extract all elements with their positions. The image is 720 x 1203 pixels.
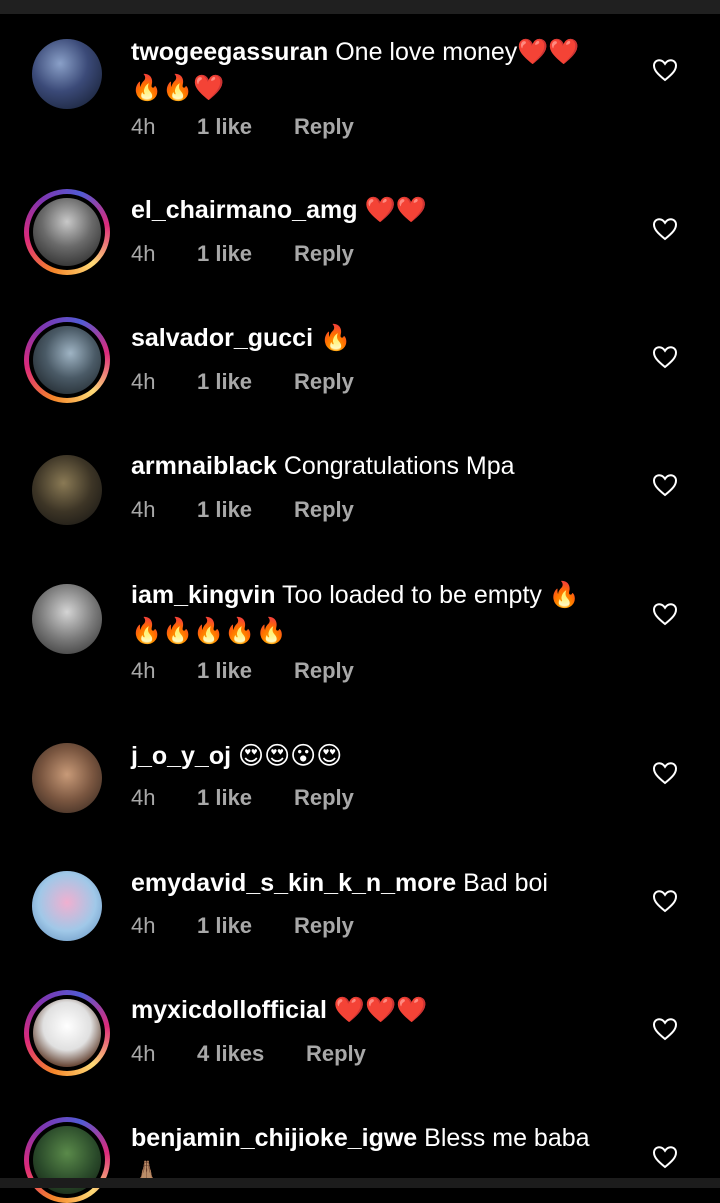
comment-meta: 4h 4 likes Reply <box>131 1041 366 1067</box>
heart-outline-icon[interactable] <box>652 345 678 369</box>
avatar[interactable] <box>32 743 102 813</box>
emoji: 😍😍😮😍 <box>238 741 343 770</box>
comment-meta: 4h 1 like Reply <box>131 369 354 395</box>
reply-button[interactable]: Reply <box>294 658 354 684</box>
like-count[interactable]: 4 likes <box>197 1041 306 1067</box>
username[interactable]: salvador_gucci <box>131 324 313 352</box>
comment-text: j_o_y_oj 😍😍😮😍 <box>131 738 631 774</box>
comment-meta: 4h 1 like Reply <box>131 658 354 684</box>
comment-body: Bless me baba <box>424 1124 590 1152</box>
reply-button[interactable]: Reply <box>294 913 354 939</box>
like-count[interactable]: 1 like <box>197 241 294 267</box>
heart-outline-icon[interactable] <box>652 1017 678 1041</box>
avatar[interactable] <box>24 317 110 403</box>
timestamp: 4h <box>131 497 156 522</box>
reply-button[interactable]: Reply <box>294 369 354 395</box>
avatar[interactable] <box>24 189 110 275</box>
timestamp: 4h <box>131 114 156 139</box>
timestamp: 4h <box>131 1041 156 1066</box>
username[interactable]: armnaiblack <box>131 452 277 480</box>
emoji: 🔥 <box>548 580 580 609</box>
avatar[interactable] <box>24 1117 110 1203</box>
timestamp: 4h <box>131 369 156 394</box>
reply-button[interactable]: Reply <box>294 497 354 523</box>
avatar[interactable] <box>24 990 110 1076</box>
username[interactable]: iam_kingvin <box>131 581 276 609</box>
like-count[interactable]: 1 like <box>197 369 294 395</box>
top-status-strip <box>0 0 720 14</box>
avatar[interactable] <box>32 871 102 941</box>
emoji: ❤️❤️❤️ <box>333 995 428 1024</box>
heart-outline-icon[interactable] <box>652 602 678 626</box>
bottom-strip <box>0 1178 720 1188</box>
timestamp: 4h <box>131 658 156 683</box>
emoji: ❤️❤️ <box>517 37 580 66</box>
avatar[interactable] <box>32 39 102 109</box>
comment-text: armnaiblack Congratulations Mpa <box>131 448 631 484</box>
username[interactable]: benjamin_chijioke_igwe <box>131 1124 417 1152</box>
comment-text: iam_kingvin Too loaded to be empty 🔥 🔥🔥🔥… <box>131 577 631 649</box>
username[interactable]: emydavid_s_kin_k_n_more <box>131 869 456 897</box>
like-count[interactable]: 1 like <box>197 658 294 684</box>
emoji: 🔥🔥❤️ <box>131 73 225 102</box>
like-count[interactable]: 1 like <box>197 497 294 523</box>
comment-meta: 4h 1 like Reply <box>131 497 354 523</box>
reply-button[interactable]: Reply <box>306 1041 366 1067</box>
avatar[interactable] <box>32 455 102 525</box>
comment-text: twogeegassuran One love money❤️❤️ 🔥🔥❤️ <box>131 34 631 106</box>
comment-body: Bad boi <box>463 869 548 897</box>
reply-button[interactable]: Reply <box>294 241 354 267</box>
reply-button[interactable]: Reply <box>294 785 354 811</box>
username[interactable]: el_chairmano_amg <box>131 196 358 224</box>
emoji: 🔥🔥🔥🔥🔥 <box>131 616 287 645</box>
username[interactable]: twogeegassuran <box>131 38 328 66</box>
comment-meta: 4h 1 like Reply <box>131 913 354 939</box>
timestamp: 4h <box>131 241 156 266</box>
emoji: 🔥 <box>319 323 352 352</box>
comment-meta: 4h 1 like Reply <box>131 114 354 140</box>
comment-meta: 4h 1 like Reply <box>131 785 354 811</box>
heart-outline-icon[interactable] <box>652 1145 678 1169</box>
like-count[interactable]: 1 like <box>197 114 294 140</box>
username[interactable]: myxicdollofficial <box>131 996 327 1024</box>
heart-outline-icon[interactable] <box>652 473 678 497</box>
comment-text: el_chairmano_amg ❤️❤️ <box>131 192 631 228</box>
heart-outline-icon[interactable] <box>652 889 678 913</box>
comment-body: One love money <box>335 38 518 66</box>
comment-text: emydavid_s_kin_k_n_more Bad boi <box>131 865 631 901</box>
heart-outline-icon[interactable] <box>652 217 678 241</box>
comment-body: Congratulations Mpa <box>283 452 515 480</box>
like-count[interactable]: 1 like <box>197 785 294 811</box>
like-count[interactable]: 1 like <box>197 913 294 939</box>
timestamp: 4h <box>131 913 156 938</box>
emoji: ❤️❤️ <box>364 195 427 224</box>
timestamp: 4h <box>131 785 156 810</box>
comment-text: myxicdollofficial ❤️❤️❤️ <box>131 992 631 1028</box>
reply-button[interactable]: Reply <box>294 114 354 140</box>
username[interactable]: j_o_y_oj <box>131 742 231 770</box>
avatar[interactable] <box>32 584 102 654</box>
comment-text: salvador_gucci 🔥 <box>131 320 631 356</box>
comment-body: Too loaded to be empty <box>282 581 542 609</box>
comment-meta: 4h 1 like Reply <box>131 241 354 267</box>
heart-outline-icon[interactable] <box>652 58 678 82</box>
heart-outline-icon[interactable] <box>652 761 678 785</box>
